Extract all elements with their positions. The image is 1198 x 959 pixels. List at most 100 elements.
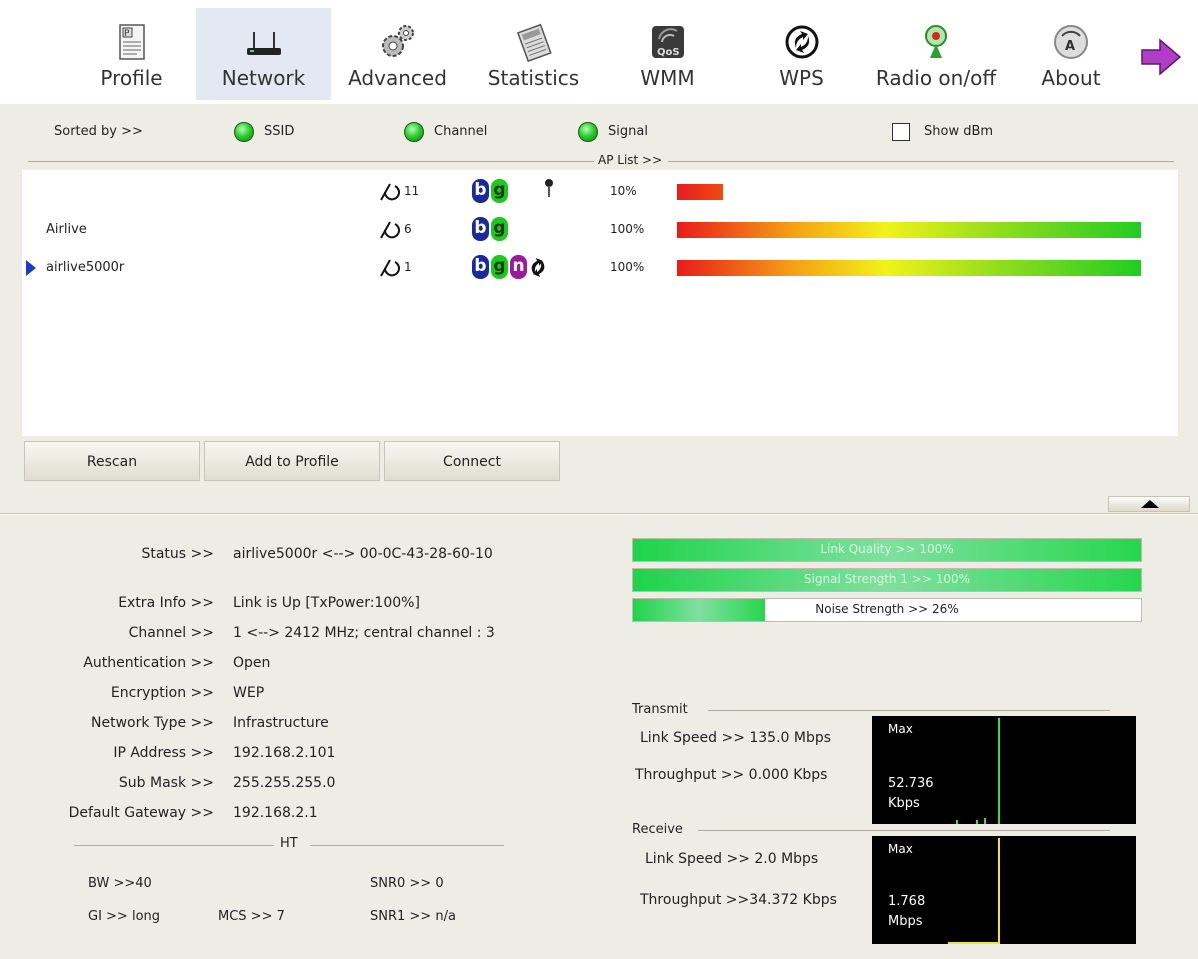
default-gateway-value: 192.168.2.1: [233, 805, 318, 821]
extra-info-label: Extra Info >>: [118, 595, 214, 611]
show-dbm-checkbox[interactable]: [892, 123, 910, 141]
channel-label: Channel >>: [128, 625, 214, 641]
link-quality-bar: Link Quality >> 100%: [632, 538, 1142, 562]
tab-profile[interactable]: P Profile: [64, 8, 199, 100]
rescan-button[interactable]: Rescan: [24, 441, 200, 481]
link-quality-text: Link Quality >> 100%: [820, 542, 954, 556]
transmit-title: Transmit: [632, 702, 688, 717]
default-gateway-label: Default Gateway >>: [68, 805, 214, 821]
radio-icon: [925, 25, 947, 58]
network-page: Sorted by >> SSID Channel Signal Show dB…: [0, 104, 1198, 959]
noise-strength-bar: Noise Strength >> 26%: [632, 598, 1142, 622]
gears-icon: [381, 25, 414, 57]
tab-radio-on-off[interactable]: Radio on/off: [866, 8, 1006, 100]
tab-advanced[interactable]: Advanced: [330, 8, 465, 100]
mcs-value: MCS >> 7: [218, 909, 285, 924]
sort-label: Sorted by >>: [54, 124, 143, 139]
receive-graph: Max 1.768 Mbps: [872, 836, 1136, 944]
add-to-profile-button[interactable]: Add to Profile: [204, 441, 380, 481]
ap-channel: 6: [404, 222, 412, 236]
ap-channel: 11: [404, 184, 420, 198]
sort-ssid-radio[interactable]: [234, 122, 254, 142]
lock-icon: [545, 179, 553, 197]
toolbar: P Profile Network Advanced Statistics Qo…: [0, 0, 1198, 104]
ap-signal-text: 10%: [610, 184, 637, 198]
encryption-value: WEP: [233, 685, 265, 701]
ap-list[interactable]: 11 b g 10% Airlive 6 b g 100% airlive500…: [22, 170, 1178, 436]
transmit-link-speed: Link Speed >> 135.0 Mbps: [640, 730, 832, 746]
mode-b-badge: b: [472, 217, 489, 241]
connect-button[interactable]: Connect: [384, 441, 560, 481]
sort-signal-radio[interactable]: [578, 122, 598, 142]
network-type-value: Infrastructure: [233, 715, 329, 731]
mode-b-badge: b: [472, 179, 489, 203]
tab-profile-label: Profile: [100, 66, 163, 90]
channel-icon: [380, 259, 400, 277]
mode-g-badge: g: [491, 179, 508, 203]
mode-g-badge: g: [491, 255, 508, 279]
ap-ssid: Airlive: [46, 222, 87, 237]
ht-title: HT: [280, 836, 298, 851]
about-icon: A: [1054, 25, 1088, 59]
ap-row-1[interactable]: 11 b g 10%: [22, 178, 1178, 206]
tab-about[interactable]: A About: [1006, 8, 1136, 100]
gi-value: GI >> long: [88, 909, 161, 924]
receive-graph-value: 1.768: [888, 894, 926, 909]
qos-icon: QoS: [651, 26, 684, 58]
signal-bar: [677, 184, 723, 200]
receive-graph-trace: [998, 838, 1000, 944]
signal-strength-text: Signal Strength 1 >> 100%: [803, 572, 971, 586]
channel-value: 1 <--> 2412 MHz; central channel : 3: [233, 625, 495, 641]
receive-link-speed: Link Speed >> 2.0 Mbps: [645, 851, 819, 867]
ap-list-title: AP List >>: [594, 153, 667, 167]
transmit-graph-value: 52.736: [888, 776, 934, 791]
transmit-graph-trace: [998, 718, 1000, 824]
selected-row-icon: [26, 260, 36, 276]
tab-statistics[interactable]: Statistics: [466, 8, 601, 100]
ap-row-2[interactable]: Airlive 6 b g 100%: [22, 216, 1178, 244]
extra-info-value: Link is Up [TxPower:100%]: [233, 595, 420, 611]
mode-g-badge: g: [491, 217, 508, 241]
tab-wmm-label: WMM: [640, 66, 695, 90]
ap-ssid: airlive5000r: [46, 260, 125, 275]
receive-graph-unit: Mbps: [888, 914, 923, 929]
receive-throughput: Throughput >>34.372 Kbps: [640, 892, 837, 908]
tab-network-label: Network: [221, 66, 306, 90]
wps-icon: [531, 258, 545, 277]
noise-strength-text: Noise Strength >> 26%: [815, 602, 959, 616]
ht-header: HT: [74, 836, 504, 852]
arrow-right-icon[interactable]: [1140, 38, 1182, 76]
ap-list-header: AP List >>: [28, 153, 1174, 168]
signal-bar: [677, 260, 1141, 276]
mode-b-badge: b: [472, 255, 489, 279]
ip-address-label: IP Address >>: [113, 745, 214, 761]
tab-wmm[interactable]: QoS WMM: [600, 8, 735, 100]
sub-mask-value: 255.255.255.0: [233, 775, 336, 791]
profile-icon: P: [118, 24, 145, 60]
mode-n-badge: n: [510, 255, 527, 279]
receive-graph-trace: [948, 942, 998, 944]
tab-wps[interactable]: WPS: [734, 8, 869, 100]
panel-divider: [0, 513, 1198, 515]
snr1-value: SNR1 >> n/a: [370, 909, 456, 924]
sort-channel-radio[interactable]: [404, 122, 424, 142]
sort-ssid-label: SSID: [264, 124, 295, 139]
tab-network[interactable]: Network: [196, 8, 331, 100]
tab-wps-label: WPS: [779, 66, 824, 90]
ap-signal-text: 100%: [610, 222, 645, 236]
transmit-graph-unit: Kbps: [888, 796, 920, 811]
ap-row-3[interactable]: airlive5000r 1 b g n 100%: [22, 254, 1178, 282]
svg-text:QoS: QoS: [657, 47, 680, 58]
tab-statistics-label: Statistics: [487, 66, 580, 90]
signal-bar: [677, 222, 1141, 238]
snr0-value: SNR0 >> 0: [370, 876, 444, 891]
transmit-graph-max: Max: [888, 722, 913, 736]
transmit-graph: Max 52.736 Kbps: [872, 716, 1136, 824]
receive-title: Receive: [632, 822, 683, 837]
collapse-button[interactable]: [1108, 496, 1190, 512]
svg-text:P: P: [124, 29, 130, 39]
sort-bar: Sorted by >> SSID Channel Signal Show dB…: [0, 120, 1198, 144]
triangle-up-icon: [1141, 500, 1159, 508]
wps-icon: [785, 25, 818, 59]
ip-address-value: 192.168.2.101: [233, 745, 336, 761]
